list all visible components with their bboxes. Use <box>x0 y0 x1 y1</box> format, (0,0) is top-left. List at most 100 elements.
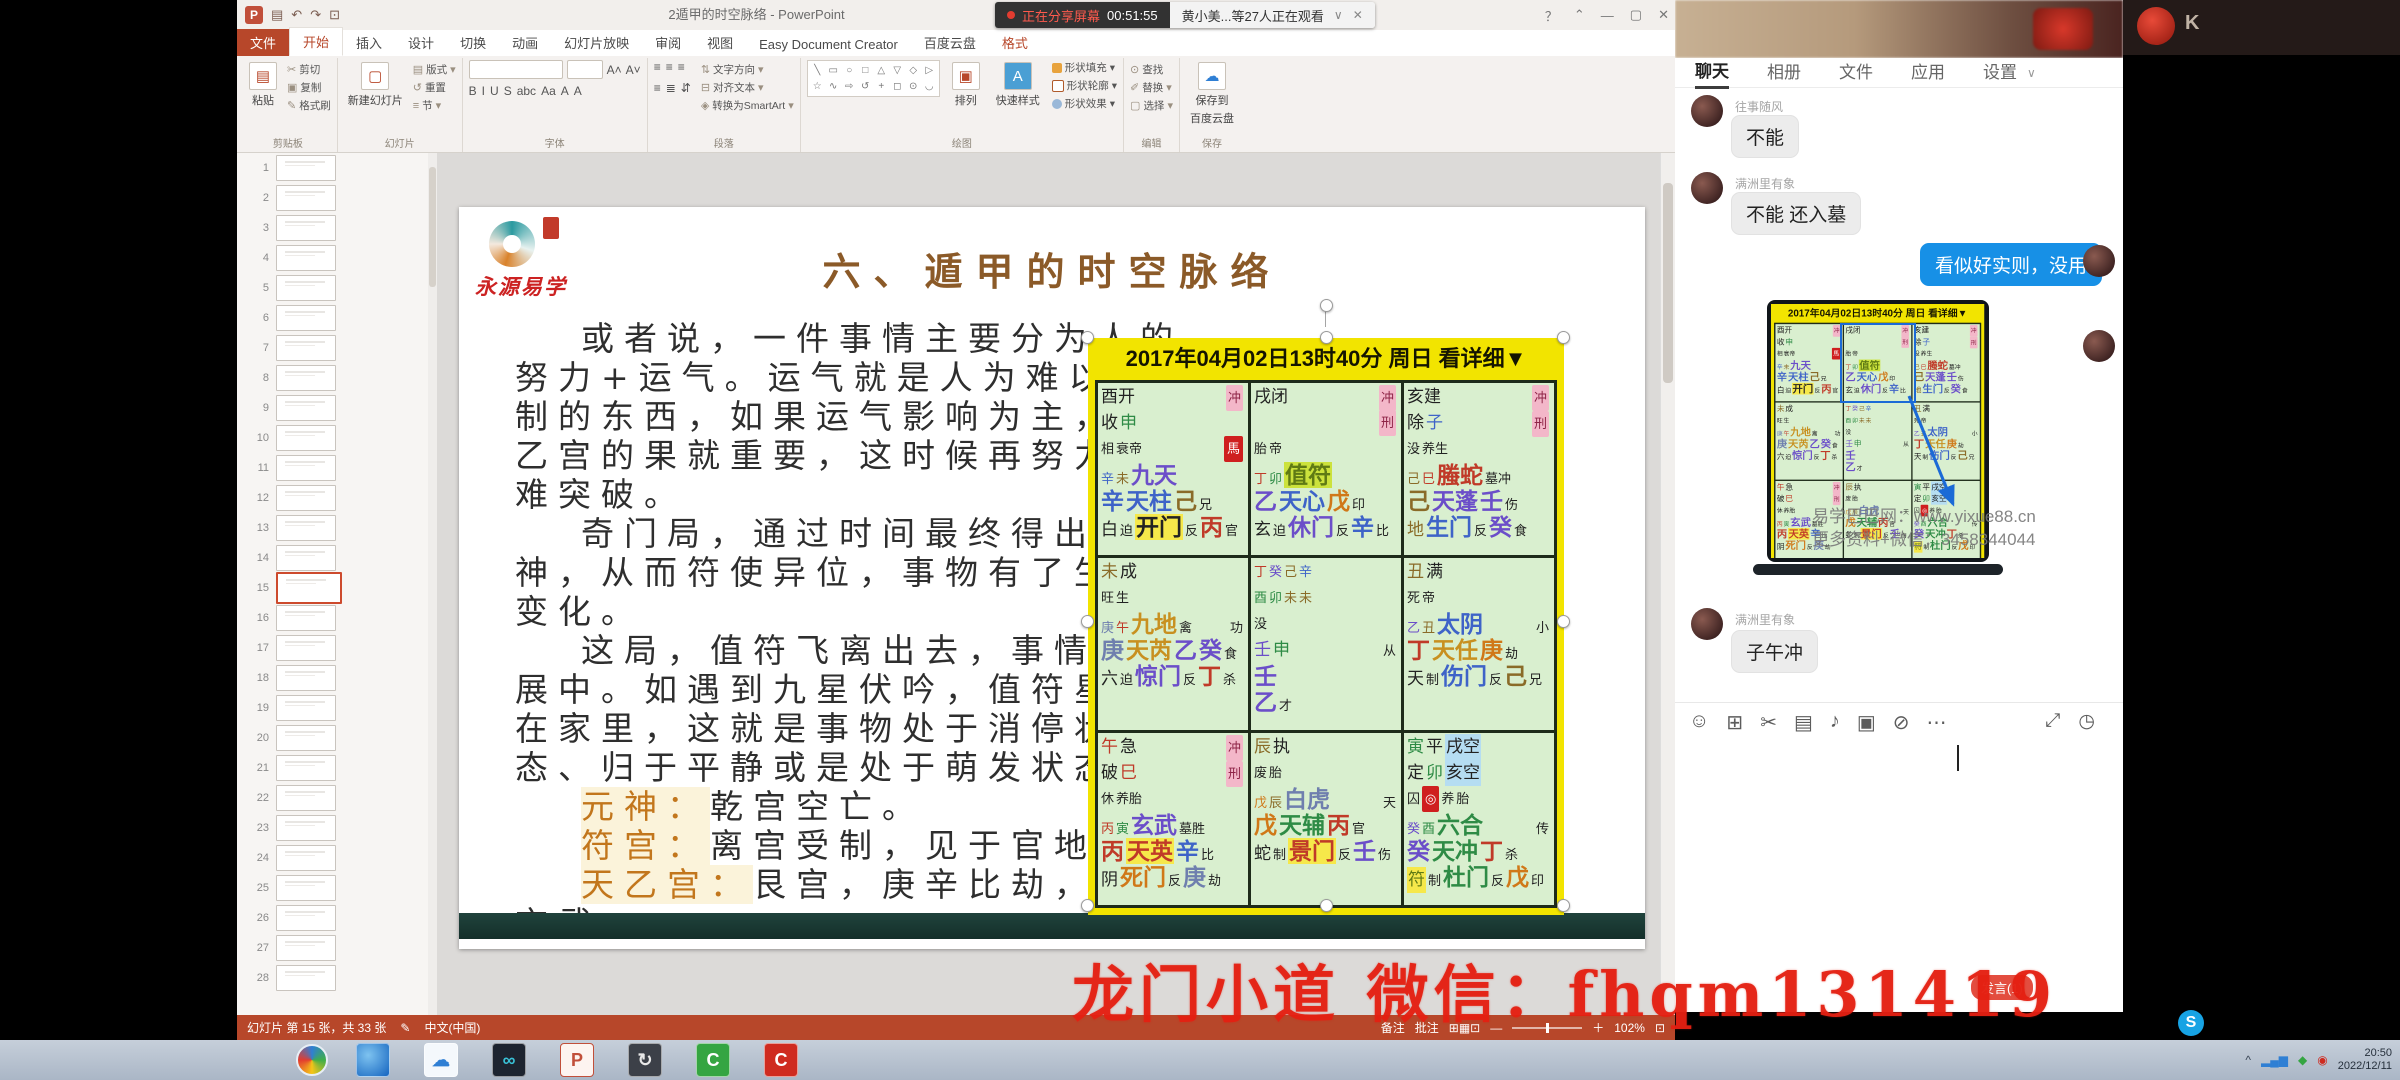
thumbnail-preview[interactable] <box>276 965 336 991</box>
shape-8[interactable]: ☆ <box>810 79 825 94</box>
thumbnail-preview[interactable] <box>276 755 336 781</box>
ribbon-tab-Easy Document Creator[interactable]: Easy Document Creator <box>746 33 911 56</box>
tray-shield-icon[interactable]: ◆ <box>2298 1053 2307 1067</box>
rotate-handle[interactable] <box>1320 299 1333 312</box>
selection-handle[interactable] <box>1320 899 1333 912</box>
slide-thumbnail-22[interactable]: 22 <box>237 783 437 813</box>
taskbar-photos-icon[interactable]: ↻ <box>628 1043 662 1077</box>
slide-thumbnail-26[interactable]: 26 <box>237 903 437 933</box>
thumbnail-preview[interactable] <box>276 455 336 481</box>
share-close-icon[interactable]: ✕ <box>1353 8 1363 22</box>
slide-thumbnail-13[interactable]: 13 <box>237 513 437 543</box>
thumbnail-preview[interactable] <box>276 395 336 421</box>
slide-thumbnail-11[interactable]: 11 <box>237 453 437 483</box>
slide-thumbnail-17[interactable]: 17 <box>237 633 437 663</box>
ribbon-tab-开始[interactable]: 开始 <box>289 27 343 56</box>
chat-tool-icon-0[interactable]: ☺ <box>1689 710 1709 735</box>
chat-tool-right-icon-0[interactable]: ⤢ <box>2045 710 2060 733</box>
align-button-1[interactable]: ≣ <box>666 81 676 95</box>
selection-handle[interactable] <box>1081 615 1094 628</box>
ribbon-tab-动画[interactable]: 动画 <box>499 29 551 56</box>
ribbon-tab-审阅[interactable]: 审阅 <box>642 29 694 56</box>
shape-effects-button[interactable]: 形状效果▾ <box>1052 96 1117 111</box>
undo-icon[interactable]: ↶ <box>291 7 302 23</box>
slide-thumbnail-16[interactable]: 16 <box>237 603 437 633</box>
slide-thumbnail-8[interactable]: 8 <box>237 363 437 393</box>
thumbnail-preview[interactable] <box>276 785 336 811</box>
thumbnail-preview[interactable] <box>276 245 336 271</box>
text-cursor[interactable] <box>1957 745 1959 771</box>
thumbnail-preview[interactable] <box>276 185 336 211</box>
chat-tab-设置[interactable]: 设置 <box>1983 58 2017 87</box>
taskbar-browser-icon[interactable] <box>356 1043 390 1077</box>
shape-4[interactable]: △ <box>874 63 889 78</box>
chart-date-header[interactable]: 2017年04月02日13时40分 周日 看详细▼ <box>1095 338 1557 380</box>
thumbnail-preview[interactable] <box>276 875 336 901</box>
slide-thumbnail-20[interactable]: 20 <box>237 723 437 753</box>
chat-tab-相册[interactable]: 相册 <box>1767 58 1801 87</box>
ribbon-display-icon[interactable]: ⌃ <box>1574 7 1585 23</box>
thumbnail-preview[interactable] <box>276 155 336 181</box>
slide-thumbnail-28[interactable]: 28 <box>237 963 437 993</box>
slide-thumbnail-24[interactable]: 24 <box>237 843 437 873</box>
ribbon-tab-视图[interactable]: 视图 <box>694 29 746 56</box>
save-icon[interactable]: ▤ <box>271 7 283 23</box>
settings-caret-icon[interactable]: ∨ <box>2027 66 2036 80</box>
chat-tool-icon-6[interactable]: ⊘ <box>1893 710 1910 735</box>
taskbar-qimen-app-icon[interactable]: ∞ <box>492 1043 526 1077</box>
start-button[interactable] <box>296 1044 328 1076</box>
ribbon-tab-设计[interactable]: 设计 <box>395 29 447 56</box>
shape-11[interactable]: ↺ <box>858 79 873 94</box>
redo-icon[interactable]: ↷ <box>310 7 321 23</box>
selection-handle[interactable] <box>1557 331 1570 344</box>
slide-thumbnail-5[interactable]: 5 <box>237 273 437 303</box>
avatar-self[interactable] <box>2083 245 2115 277</box>
tray-network-icon[interactable]: ▂▄▆ <box>2261 1053 2288 1067</box>
arrange-button[interactable]: ▣ 排列 <box>948 60 984 110</box>
thumbnail-preview[interactable] <box>276 515 336 541</box>
ribbon-tab-切换[interactable]: 切换 <box>447 29 499 56</box>
shape-15[interactable]: ◡ <box>922 79 937 94</box>
grow-font-icon[interactable]: A˄ <box>607 63 622 77</box>
shape-0[interactable]: ╲ <box>810 63 825 78</box>
thumbnail-scrollbar[interactable] <box>428 153 437 1015</box>
shape-13[interactable]: ◻ <box>890 79 905 94</box>
share-dropdown-icon[interactable]: ∨ <box>1334 8 1343 22</box>
shape-outline-button[interactable]: 形状轮廓▾ <box>1052 78 1117 93</box>
taskbar-recorder-icon[interactable]: C <box>764 1043 798 1077</box>
slide-thumbnail-27[interactable]: 27 <box>237 933 437 963</box>
copy-button[interactable]: ▣复制 <box>287 80 331 95</box>
slide-title[interactable]: 六、遁甲的时空脉络 <box>459 241 1645 296</box>
spell-icon[interactable]: ✎ <box>400 1021 410 1035</box>
replace-button[interactable]: ✐替换▾ <box>1130 80 1173 95</box>
shape-fill-button[interactable]: 形状填充▾ <box>1052 60 1117 75</box>
slide-thumbnail-6[interactable]: 6 <box>237 303 437 333</box>
shape-6[interactable]: ◇ <box>906 63 921 78</box>
save-to-cloud-button[interactable]: ☁ 保存到 百度云盘 <box>1186 60 1238 128</box>
align-button-0[interactable]: ≡ <box>654 81 661 95</box>
slide-thumbnail-14[interactable]: 14 <box>237 543 437 573</box>
format-painter-button[interactable]: ✎格式刷 <box>287 98 331 113</box>
shape-9[interactable]: ∿ <box>826 79 841 94</box>
selection-handle[interactable] <box>1081 331 1094 344</box>
text-direction-button[interactable]: ⇅文字方向▾ <box>701 62 794 77</box>
para-button-0[interactable]: ≡ <box>654 60 661 74</box>
chat-tool-icon-7[interactable]: ⋯ <box>1927 710 1947 735</box>
thumbnail-preview[interactable] <box>276 725 336 751</box>
thumbnail-preview[interactable] <box>276 572 342 604</box>
select-button[interactable]: ▢选择▾ <box>1130 98 1173 113</box>
slide-thumbnail-19[interactable]: 19 <box>237 693 437 723</box>
shape-12[interactable]: + <box>874 79 889 94</box>
shape-10[interactable]: ⇨ <box>842 79 857 94</box>
avatar[interactable] <box>1691 608 1723 640</box>
para-button-2[interactable]: ≡ <box>678 60 685 74</box>
selection-handle[interactable] <box>1557 899 1570 912</box>
thumbnail-preview[interactable] <box>276 335 336 361</box>
taskbar-camtasia-icon[interactable]: C <box>696 1043 730 1077</box>
layout-button[interactable]: ▤版式▾ <box>413 62 456 77</box>
slide-thumbnail-15[interactable]: 15 <box>237 573 437 603</box>
chat-tool-icon-4[interactable]: ♪ <box>1830 710 1840 735</box>
shape-1[interactable]: ▭ <box>826 63 841 78</box>
smartart-button[interactable]: ◈转换为SmartArt▾ <box>701 98 794 113</box>
qimen-chart-object[interactable]: 2017年04月02日13时40分 周日 看详细▼酉开冲收申相衰帝馬辛未九天辛天… <box>1088 338 1564 915</box>
